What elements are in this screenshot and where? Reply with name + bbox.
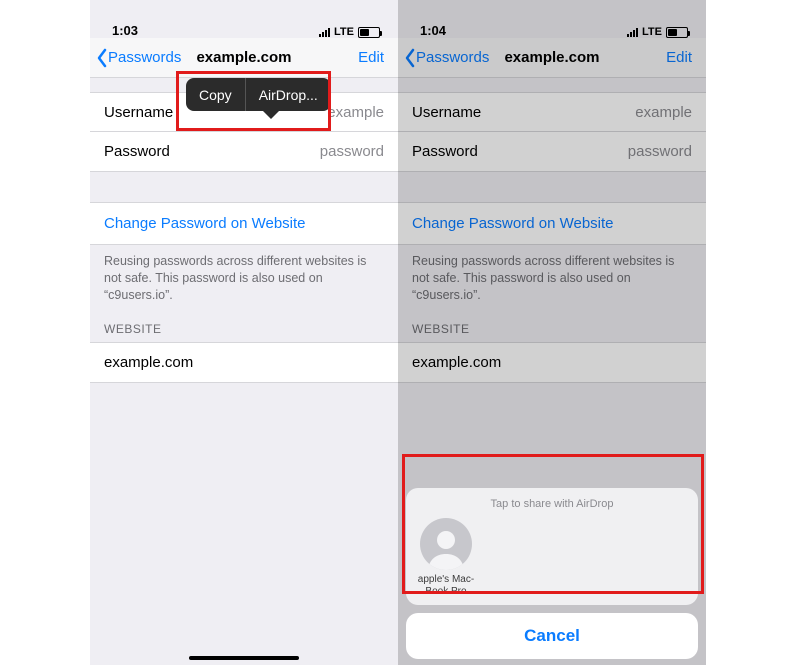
cancel-button[interactable]: Cancel (406, 613, 698, 659)
website-row[interactable]: example.com (90, 342, 398, 383)
edit-button[interactable]: Edit (358, 49, 390, 66)
status-signal: LTE (319, 26, 380, 38)
airdrop-panel: Tap to share with AirDrop apple's Mac-Bo… (406, 488, 698, 605)
reuse-warning: Reusing passwords across different websi… (90, 245, 398, 304)
username-value: example (327, 104, 384, 121)
airdrop-sheet: Tap to share with AirDrop apple's Mac-Bo… (406, 488, 698, 659)
password-row[interactable]: Password password (90, 132, 398, 172)
home-indicator[interactable] (189, 656, 299, 660)
screenshot-left: 1:03 LTE Passwords example.com Edit User… (90, 0, 398, 665)
copy-button[interactable]: Copy (186, 78, 245, 111)
status-bar: 1:03 LTE (90, 0, 398, 38)
airdrop-button[interactable]: AirDrop... (246, 78, 331, 111)
airdrop-target-name: apple's Mac-Book Pro (412, 574, 480, 597)
password-label: Password (104, 143, 170, 160)
password-value: password (320, 143, 384, 160)
back-label: Passwords (108, 49, 181, 66)
back-button[interactable]: Passwords (94, 48, 181, 68)
status-time: 1:03 (112, 23, 138, 38)
battery-icon (358, 27, 380, 38)
change-password-link[interactable]: Change Password on Website (90, 202, 398, 245)
screenshot-right: 1:04 LTE Passwords example.com Edit User… (398, 0, 706, 665)
cell-signal-icon (319, 27, 330, 37)
nav-bar: Passwords example.com Edit (90, 38, 398, 78)
website-section-header: WEBSITE (90, 304, 398, 342)
airdrop-target[interactable]: apple's Mac-Book Pro (412, 518, 480, 597)
username-label: Username (104, 104, 173, 121)
avatar-icon (420, 518, 472, 570)
airdrop-caption: Tap to share with AirDrop (412, 498, 692, 510)
carrier-label: LTE (334, 26, 354, 38)
